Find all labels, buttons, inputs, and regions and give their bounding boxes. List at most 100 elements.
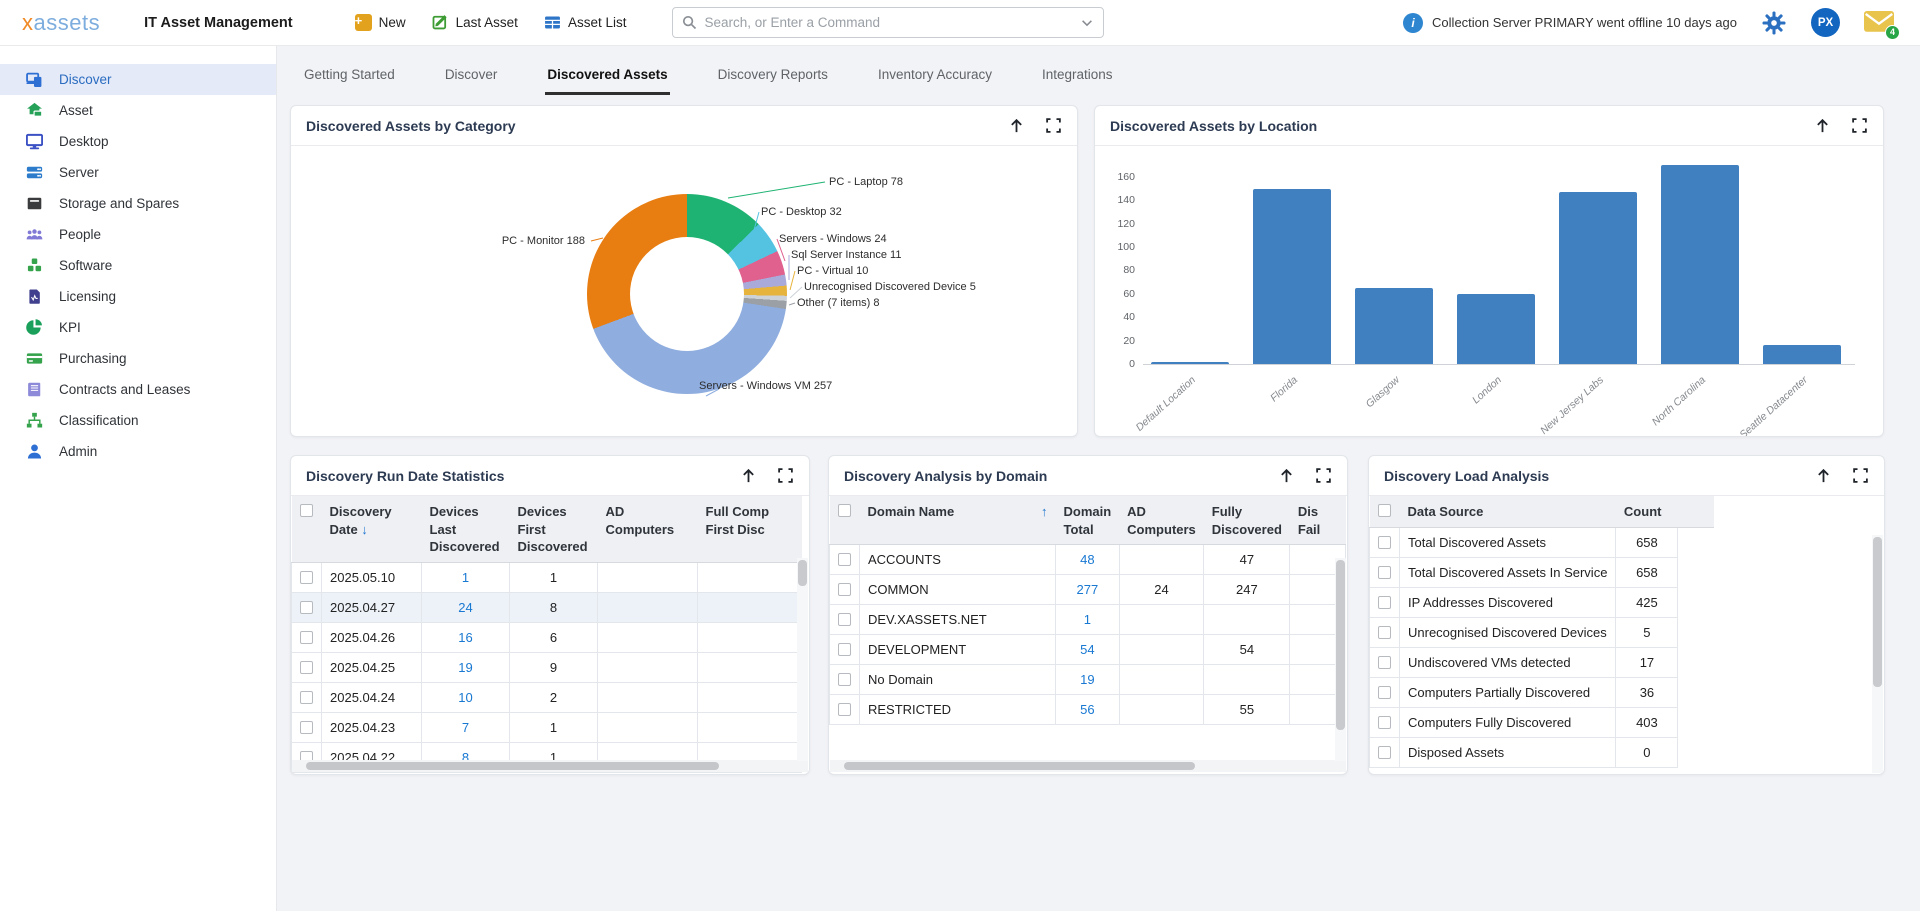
sidebar-item-admin[interactable]: Admin [0, 436, 276, 467]
cell [1119, 665, 1204, 695]
link-cell[interactable]: 19 [1056, 665, 1120, 695]
asset-list-button[interactable]: Asset List [544, 14, 627, 31]
sidebar-item-classification[interactable]: Classification [0, 405, 276, 436]
tab-discover[interactable]: Discover [443, 59, 500, 95]
row-checkbox[interactable] [300, 721, 313, 734]
scrollbar-thumb[interactable] [306, 762, 719, 770]
row-checkbox[interactable] [838, 553, 851, 566]
expand-fullscreen-icon[interactable] [1852, 467, 1869, 484]
sidebar-item-server[interactable]: Server [0, 157, 276, 188]
row-checkbox[interactable] [838, 583, 851, 596]
column-header[interactable]: Count [1616, 496, 1678, 527]
row-checkbox[interactable] [300, 691, 313, 704]
scrollbar-thumb[interactable] [1873, 537, 1882, 687]
link-cell[interactable]: 7 [422, 712, 510, 742]
scrollbar-thumb[interactable] [798, 560, 807, 586]
row-checkbox[interactable] [1378, 566, 1391, 579]
column-header[interactable]: Discovery Date ↓ [322, 496, 422, 562]
column-header[interactable]: Devices First Discovered [510, 496, 598, 562]
export-arrow-up-icon[interactable] [1278, 467, 1295, 484]
vertical-scrollbar[interactable] [1335, 558, 1346, 761]
new-button[interactable]: +New [355, 14, 406, 31]
export-arrow-up-icon[interactable] [740, 467, 757, 484]
cell: Total Discovered Assets [1400, 527, 1616, 557]
column-header[interactable]: AD Computers [1119, 496, 1204, 545]
edit-icon [432, 14, 449, 31]
link-cell[interactable]: 56 [1056, 695, 1120, 725]
cell [698, 682, 802, 712]
row-checkbox[interactable] [1378, 716, 1391, 729]
select-all-checkbox[interactable] [838, 504, 851, 517]
column-header[interactable]: Devices Last Discovered [422, 496, 510, 562]
expand-fullscreen-icon[interactable] [1315, 467, 1332, 484]
sidebar-item-desktop[interactable]: Desktop [0, 126, 276, 157]
export-arrow-up-icon[interactable] [1008, 117, 1025, 134]
select-all-checkbox[interactable] [300, 504, 313, 517]
row-checkbox[interactable] [300, 631, 313, 644]
tab-inventory-accuracy[interactable]: Inventory Accuracy [876, 59, 994, 95]
select-all-checkbox[interactable] [1378, 504, 1391, 517]
link-cell[interactable]: 1 [1056, 605, 1120, 635]
sidebar-item-contracts-and-leases[interactable]: Contracts and Leases [0, 374, 276, 405]
link-cell[interactable]: 48 [1056, 545, 1120, 575]
sidebar-item-discover[interactable]: Discover [0, 64, 276, 95]
row-checkbox[interactable] [1378, 686, 1391, 699]
export-arrow-up-icon[interactable] [1815, 467, 1832, 484]
column-header[interactable]: Domain Total [1056, 496, 1120, 545]
column-header[interactable]: Domain Name ↑ [860, 496, 1056, 545]
search-box[interactable] [672, 7, 1104, 38]
gear-icon[interactable] [1761, 10, 1787, 36]
column-header[interactable]: Full Comp First Disc [698, 496, 802, 562]
last-asset-button[interactable]: Last Asset [432, 14, 518, 31]
row-checkbox[interactable] [1378, 626, 1391, 639]
row-checkbox[interactable] [300, 571, 313, 584]
column-header[interactable]: AD Computers [598, 496, 698, 562]
row-checkbox[interactable] [838, 643, 851, 656]
avatar[interactable]: PX [1811, 8, 1840, 37]
row-checkbox[interactable] [838, 613, 851, 626]
row-checkbox[interactable] [1378, 746, 1391, 759]
row-checkbox[interactable] [1378, 536, 1391, 549]
vertical-scrollbar[interactable] [797, 558, 808, 761]
sidebar-item-storage-and-spares[interactable]: Storage and Spares [0, 188, 276, 219]
tab-discovered-assets[interactable]: Discovered Assets [545, 59, 669, 95]
search-input[interactable] [704, 15, 1080, 30]
row-checkbox[interactable] [300, 601, 313, 614]
row-checkbox[interactable] [1378, 656, 1391, 669]
column-header[interactable]: Dis Fail [1290, 496, 1346, 545]
link-cell[interactable]: 277 [1056, 575, 1120, 605]
chevron-down-icon[interactable] [1080, 16, 1094, 30]
column-header[interactable]: Fully Discovered [1204, 496, 1290, 545]
export-arrow-up-icon[interactable] [1814, 117, 1831, 134]
sidebar-item-kpi[interactable]: KPI [0, 312, 276, 343]
sidebar-item-asset[interactable]: Asset [0, 95, 276, 126]
column-header[interactable]: Data Source [1400, 496, 1616, 527]
expand-fullscreen-icon[interactable] [777, 467, 794, 484]
tab-integrations[interactable]: Integrations [1040, 59, 1115, 95]
row-checkbox[interactable] [300, 661, 313, 674]
mail-button[interactable]: 4 [1864, 11, 1894, 35]
scrollbar-thumb[interactable] [844, 762, 1195, 770]
vertical-scrollbar[interactable] [1872, 535, 1883, 773]
link-cell[interactable]: 1 [422, 562, 510, 592]
link-cell[interactable]: 10 [422, 682, 510, 712]
sidebar-item-software[interactable]: Software [0, 250, 276, 281]
link-cell[interactable]: 16 [422, 622, 510, 652]
link-cell[interactable]: 54 [1056, 635, 1120, 665]
scrollbar-thumb[interactable] [1336, 560, 1345, 730]
link-cell[interactable]: 24 [422, 592, 510, 622]
row-checkbox[interactable] [838, 673, 851, 686]
sidebar-item-people[interactable]: People [0, 219, 276, 250]
tab-discovery-reports[interactable]: Discovery Reports [716, 59, 830, 95]
sidebar-item-licensing[interactable]: Licensing [0, 281, 276, 312]
sidebar-item-purchasing[interactable]: Purchasing [0, 343, 276, 374]
row-checkbox[interactable] [838, 703, 851, 716]
horizontal-scrollbar[interactable] [292, 760, 808, 772]
tab-getting-started[interactable]: Getting Started [302, 59, 397, 95]
row-checkbox[interactable] [1378, 596, 1391, 609]
link-cell[interactable]: 19 [422, 652, 510, 682]
notification[interactable]: i Collection Server PRIMARY went offline… [1403, 13, 1737, 33]
expand-fullscreen-icon[interactable] [1851, 117, 1868, 134]
expand-fullscreen-icon[interactable] [1045, 117, 1062, 134]
horizontal-scrollbar[interactable] [830, 760, 1346, 772]
